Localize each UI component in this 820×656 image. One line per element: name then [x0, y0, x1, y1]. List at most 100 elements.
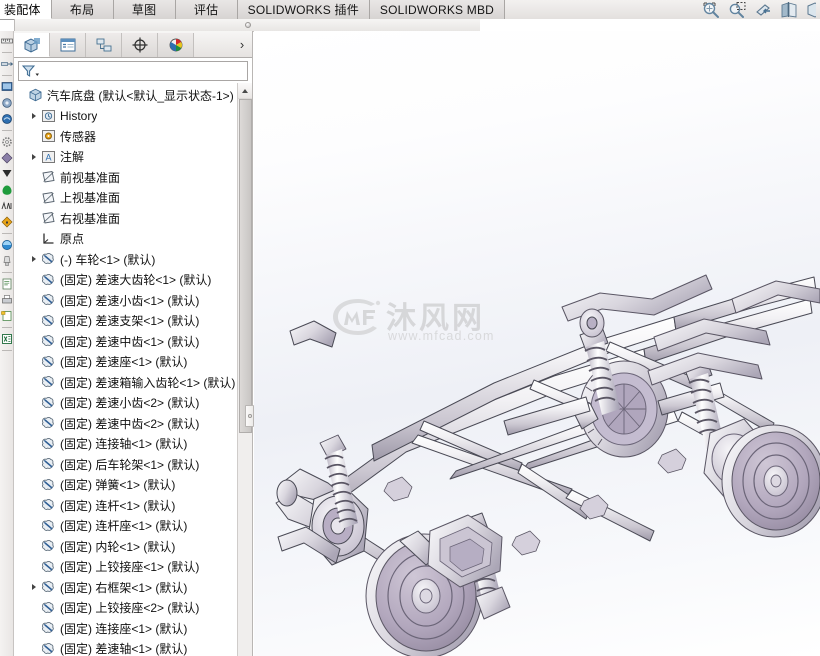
tree-expander[interactable] [28, 110, 40, 122]
panel-vertical-splitter[interactable] [245, 405, 254, 427]
tree-expander[interactable] [28, 438, 40, 450]
tree-item-history[interactable]: History [14, 106, 238, 127]
file-properties-icon[interactable] [1, 278, 13, 290]
feature-tree-scroll-area[interactable]: 汽车底盘 (默认<默认_显示状态-1>) History 传感器 [14, 83, 252, 656]
tree-item-component[interactable]: (固定) 差速小齿<2> (默认) [14, 393, 238, 414]
tree-expander[interactable] [28, 376, 40, 388]
insert-component-icon[interactable] [1, 81, 13, 93]
tree-item-origin[interactable]: 原点 [14, 229, 238, 250]
tree-item-component-right-frame[interactable]: (固定) 右框架<1> (默认) [14, 577, 238, 598]
tree-item-label: 传感器 [60, 128, 96, 145]
display-manager-tab[interactable] [158, 33, 194, 57]
scene-icon[interactable] [1, 255, 13, 267]
ribbon-tab-evaluate[interactable]: 评估 [176, 0, 238, 19]
zoom-to-area-icon[interactable] [728, 1, 747, 19]
tree-expander[interactable] [28, 397, 40, 409]
tree-item-component[interactable]: (固定) 差速中齿<2> (默认) [14, 413, 238, 434]
property-manager-tab[interactable] [50, 33, 86, 57]
tree-item-component[interactable]: (固定) 差速中齿<1> (默认) [14, 331, 238, 352]
ribbon-tab-solidworks-mbd[interactable]: SOLIDWORKS MBD [370, 0, 505, 19]
tree-expander[interactable] [28, 315, 40, 327]
tree-item-component[interactable]: (固定) 差速支架<1> (默认) [14, 311, 238, 332]
tree-item-root[interactable]: 汽车底盘 (默认<默认_显示状态-1>) [14, 85, 238, 106]
tree-expander[interactable] [28, 130, 40, 142]
tree-expander[interactable] [28, 192, 40, 204]
tree-item-component[interactable]: (固定) 弹簧<1> (默认) [14, 475, 238, 496]
interference-detection-icon[interactable] [1, 216, 13, 228]
tree-item-sensors[interactable]: 传感器 [14, 126, 238, 147]
tree-expander[interactable] [28, 540, 40, 552]
ribbon-tab-sketch[interactable]: 草图 [114, 0, 176, 19]
graphics-viewport[interactable]: 沐风网 www.mfcad.com [254, 31, 820, 656]
tree-item-right-plane[interactable]: 右视基准面 [14, 208, 238, 229]
tree-item-component[interactable]: (固定) 连接座<1> (默认) [14, 618, 238, 639]
tree-expander[interactable] [28, 581, 40, 593]
view-orientation-icon[interactable] [780, 1, 799, 19]
section-view-icon[interactable] [754, 1, 773, 19]
tree-item-component[interactable]: (固定) 差速座<1> (默认) [14, 352, 238, 373]
tree-expander[interactable] [28, 294, 40, 306]
tree-expander[interactable] [28, 253, 40, 265]
tree-item-component[interactable]: (固定) 上铰接座<2> (默认) [14, 598, 238, 619]
new-drawing-icon[interactable] [1, 310, 13, 322]
smart-fasteners-icon[interactable] [1, 97, 13, 109]
zoom-to-fit-icon[interactable] [702, 1, 721, 19]
bom-icon[interactable] [1, 184, 13, 196]
tree-expander[interactable] [28, 335, 40, 347]
tree-item-label: (-) 车轮<1> (默认) [60, 251, 155, 268]
tree-item-component[interactable]: (固定) 连杆<1> (默认) [14, 495, 238, 516]
tree-expander[interactable] [28, 479, 40, 491]
tree-item-annotations[interactable]: A 注解 [14, 147, 238, 168]
display-style-icon[interactable] [806, 1, 816, 19]
ribbon-tab-solidworks-addins[interactable]: SOLIDWORKS 插件 [238, 0, 370, 19]
feature-tree-scrollbar[interactable] [237, 83, 252, 656]
tree-expander[interactable] [28, 520, 40, 532]
tree-item-component[interactable]: (固定) 差速轴<1> (默认) [14, 639, 238, 656]
ribbon-tab-layout[interactable]: 布局 [52, 0, 114, 19]
tree-expander[interactable] [28, 356, 40, 368]
tree-item-component[interactable]: (固定) 上铰接座<1> (默认) [14, 557, 238, 578]
tree-expander[interactable] [28, 212, 40, 224]
tree-expander[interactable] [28, 643, 40, 655]
tree-item-component-wheel[interactable]: (-) 车轮<1> (默认) [14, 249, 238, 270]
tree-expander[interactable] [28, 171, 40, 183]
tree-expander[interactable] [28, 233, 40, 245]
exploded-view-icon[interactable] [1, 200, 13, 212]
tree-expander[interactable] [28, 622, 40, 634]
dimxpert-manager-tab[interactable] [122, 33, 158, 57]
tree-expander[interactable] [28, 274, 40, 286]
mate-icon[interactable] [1, 58, 13, 70]
tree-expander[interactable] [15, 89, 27, 101]
tree-item-component[interactable]: (固定) 连杆座<1> (默认) [14, 516, 238, 537]
tree-item-component[interactable]: (固定) 差速大齿轮<1> (默认) [14, 270, 238, 291]
tree-expander[interactable] [28, 602, 40, 614]
move-component-icon[interactable] [1, 113, 13, 125]
tree-expander[interactable] [28, 499, 40, 511]
measure-icon[interactable] [1, 35, 13, 47]
scroll-up-arrow-icon[interactable] [238, 83, 252, 99]
tree-expander[interactable] [28, 417, 40, 429]
excel-export-icon[interactable] [1, 333, 13, 345]
appearance-icon[interactable] [1, 239, 13, 251]
assembly-features-icon[interactable] [1, 136, 13, 148]
tree-item-component[interactable]: (固定) 后车轮架<1> (默认) [14, 454, 238, 475]
feature-tree-tab[interactable] [14, 33, 50, 57]
reference-geometry-icon[interactable] [1, 152, 13, 164]
tree-item-component[interactable]: (固定) 差速小齿<1> (默认) [14, 290, 238, 311]
filter-input[interactable] [41, 62, 247, 80]
feature-tree-filter[interactable] [18, 61, 248, 81]
new-motion-study-icon[interactable] [1, 168, 13, 180]
tree-item-top-plane[interactable]: 上视基准面 [14, 188, 238, 209]
tree-expander[interactable] [28, 458, 40, 470]
tree-item-component[interactable]: (固定) 差速箱输入齿轮<1> (默认) [14, 372, 238, 393]
tree-expander[interactable] [28, 151, 40, 163]
print-icon[interactable] [1, 294, 13, 306]
configuration-manager-tab[interactable] [86, 33, 122, 57]
feature-manager-more-tabs-button[interactable]: › [234, 35, 250, 53]
scrollbar-thumb[interactable] [239, 99, 252, 433]
tree-expander[interactable] [28, 561, 40, 573]
tree-item-front-plane[interactable]: 前视基准面 [14, 167, 238, 188]
tree-item-component[interactable]: (固定) 内轮<1> (默认) [14, 536, 238, 557]
tree-item-component[interactable]: (固定) 连接轴<1> (默认) [14, 434, 238, 455]
ribbon-tab-assembly[interactable]: 装配体 [0, 0, 52, 19]
